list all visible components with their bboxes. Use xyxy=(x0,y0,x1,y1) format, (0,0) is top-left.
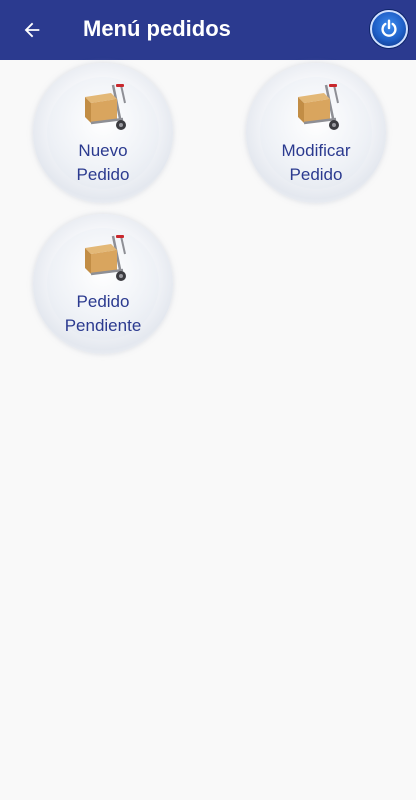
back-button[interactable] xyxy=(14,12,50,48)
arrow-left-icon xyxy=(24,22,40,38)
nuevo-pedido-button[interactable]: Nuevo Pedido xyxy=(33,63,173,203)
tile-label: Pedido Pendiente xyxy=(64,292,142,335)
app-bar: Menú pedidos xyxy=(0,0,416,60)
tile-label: Nuevo Pedido xyxy=(76,141,130,184)
page-title: Menú pedidos xyxy=(83,16,231,41)
hand-truck-box-icon xyxy=(298,84,339,130)
tile-label: Modificar Pedido xyxy=(281,141,351,184)
hand-truck-box-icon xyxy=(85,235,126,281)
pedido-pendiente-button[interactable]: Pedido Pendiente xyxy=(33,214,173,354)
hand-truck-box-icon xyxy=(85,84,126,130)
power-icon xyxy=(381,19,397,37)
power-button[interactable] xyxy=(370,10,408,48)
modificar-pedido-button[interactable]: Modificar Pedido xyxy=(246,63,386,203)
